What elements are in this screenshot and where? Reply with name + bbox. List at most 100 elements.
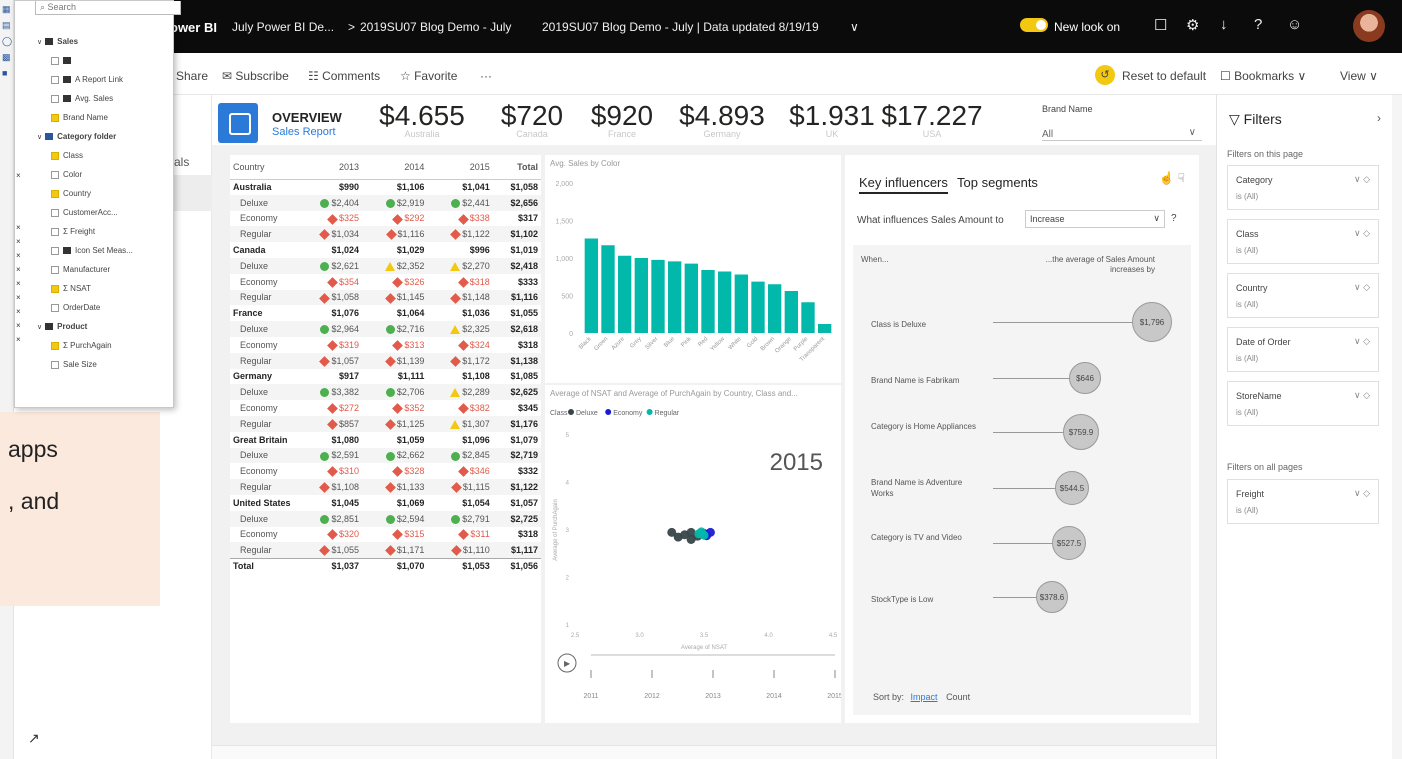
field-checkbox[interactable]: [51, 208, 59, 217]
matrix-row[interactable]: Economy $310 $328 $346 $332: [230, 463, 541, 480]
bar[interactable]: [618, 255, 632, 333]
kpi-card[interactable]: $4.893 Germany: [667, 100, 777, 139]
brand-name-slicer[interactable]: All ∨: [1042, 123, 1202, 141]
influencer-bubble[interactable]: $1,796: [1132, 302, 1172, 342]
field-checkbox[interactable]: [51, 360, 59, 369]
sort-by-count[interactable]: Count: [946, 692, 970, 702]
breadcrumb-report[interactable]: 2019SU07 Blog Demo - July: [360, 20, 511, 34]
matrix-row[interactable]: Regular $857 $1,125 $1,307 $1,176: [230, 415, 541, 432]
field-list-item[interactable]: ∨ Sales: [37, 37, 78, 46]
bar[interactable]: [784, 291, 798, 333]
influencer-row[interactable]: Category is TV and Video $527.5: [853, 526, 1191, 578]
remove-field-icon[interactable]: ×: [16, 223, 21, 232]
collapse-filters-icon[interactable]: ›: [1377, 111, 1381, 125]
report-title[interactable]: 2019SU07 Blog Demo - July | Data updated…: [542, 20, 819, 34]
scrollbar[interactable]: [1392, 95, 1402, 759]
breadcrumb-workspace[interactable]: July Power BI De...: [232, 20, 334, 34]
scatter-point[interactable]: [699, 530, 709, 540]
nsat-purchagain-scatter-chart[interactable]: Average of NSAT and Average of PurchAgai…: [545, 385, 843, 723]
key-influencers-visual[interactable]: Key influencers Top segments ☝ ☟ What in…: [845, 155, 1199, 723]
filter-card[interactable]: Country is (All) ∨ ◇: [1227, 273, 1379, 318]
chevron-down-icon[interactable]: ∨: [1189, 127, 1196, 138]
subscribe-button[interactable]: ✉ Subscribe: [222, 69, 289, 83]
matrix-row[interactable]: Economy $319 $313 $324 $318: [230, 336, 541, 353]
influencer-row[interactable]: Category is Home Appliances $759.9: [853, 414, 1191, 467]
remove-field-icon[interactable]: ×: [16, 265, 21, 274]
influencer-bubble[interactable]: $646: [1069, 362, 1101, 394]
bar[interactable]: [801, 302, 815, 333]
influencer-bubble[interactable]: $527.5: [1052, 526, 1086, 560]
legend-label[interactable]: Regular: [655, 410, 680, 417]
chevron-down-icon[interactable]: ∨: [37, 39, 42, 46]
matrix-row[interactable]: Deluxe $2,964 $2,716 $2,325 $2,618: [230, 321, 541, 337]
sales-matrix-visual[interactable]: Country 2013 2014 2015 Total Australia $990 $1…: [230, 155, 541, 723]
scatter-point[interactable]: [686, 527, 696, 537]
remove-field-icon[interactable]: ×: [16, 321, 21, 330]
remove-field-icon[interactable]: ×: [16, 293, 21, 302]
bar[interactable]: [668, 261, 682, 333]
filter-expand-icon[interactable]: ∨ ◇: [1354, 390, 1370, 401]
influencer-bubble[interactable]: $544.5: [1055, 471, 1089, 505]
field-checkbox[interactable]: [51, 246, 59, 255]
bar[interactable]: [734, 274, 748, 334]
influencer-row[interactable]: Brand Name is Fabrikam $646: [853, 362, 1191, 413]
matrix-row[interactable]: Regular $1,108 $1,133 $1,115 $1,122: [230, 479, 541, 495]
matrix-row[interactable]: United States $1,045 $1,069 $1,054 $1,057: [230, 495, 541, 511]
filter-expand-icon[interactable]: ∨ ◇: [1354, 174, 1370, 185]
kpi-card[interactable]: $1.931 UK: [777, 100, 887, 139]
avatar[interactable]: [1353, 10, 1385, 42]
gear-icon[interactable]: ⚙: [1186, 16, 1199, 34]
field-list-item[interactable]: Sale Size: [51, 360, 97, 369]
nav-table-icon[interactable]: ▦: [2, 4, 11, 15]
bar[interactable]: [768, 284, 782, 333]
bar[interactable]: [718, 271, 732, 334]
field-list-item[interactable]: [51, 56, 75, 65]
matrix-row[interactable]: Economy $325 $292 $338 $317: [230, 210, 541, 227]
field-list-item[interactable]: Country: [51, 189, 91, 198]
influencer-row[interactable]: Class is Deluxe $1,796: [853, 302, 1191, 357]
more-options-button[interactable]: ···: [480, 69, 492, 83]
share-button[interactable]: Share: [176, 69, 208, 83]
bar[interactable]: [751, 281, 765, 333]
report-title-chevron-icon[interactable]: ∨: [850, 20, 859, 34]
matrix-column-header[interactable]: 2013: [298, 155, 362, 180]
field-list-item[interactable]: Color: [51, 170, 82, 179]
matrix-row[interactable]: Regular $1,034 $1,116 $1,122 $1,102: [230, 226, 541, 243]
kpi-card[interactable]: $4.655 Australia: [367, 100, 477, 139]
reset-icon[interactable]: ↺: [1095, 65, 1115, 85]
field-checkbox[interactable]: [51, 170, 59, 179]
matrix-row[interactable]: Economy $320 $315 $311 $318: [230, 526, 541, 543]
sort-by-impact[interactable]: Impact: [911, 692, 938, 702]
legend-label[interactable]: Deluxe: [576, 410, 598, 417]
matrix-row[interactable]: Deluxe $2,621 $2,352 $2,270 $2,418: [230, 257, 541, 274]
matrix-row[interactable]: Germany $917 $1,111 $1,108 $1,085: [230, 369, 541, 385]
smiley-icon[interactable]: ☺: [1287, 16, 1302, 33]
page-tab-label[interactable]: als: [174, 155, 189, 169]
influencer-bubble[interactable]: $759.9: [1063, 414, 1099, 450]
bar[interactable]: [634, 258, 648, 333]
field-list-item[interactable]: Σ Freight: [51, 227, 95, 236]
timeline-year-label[interactable]: 2011: [583, 693, 598, 700]
bar[interactable]: [584, 238, 598, 334]
matrix-row[interactable]: Total $1,037 $1,070 $1,053 $1,056: [230, 557, 541, 574]
field-list-item[interactable]: Σ NSAT: [51, 284, 91, 293]
remove-field-icon[interactable]: ×: [16, 307, 21, 316]
bookmarks-button[interactable]: ☐ Bookmarks ∨: [1220, 69, 1306, 83]
chevron-down-icon[interactable]: ∨: [37, 134, 42, 141]
matrix-row[interactable]: Canada $1,024 $1,029 $996 $1,019: [230, 242, 541, 258]
comments-button[interactable]: ☷ Comments: [308, 69, 380, 83]
timeline-year-label[interactable]: 2012: [644, 693, 660, 700]
field-list-item[interactable]: ∨ Category folder: [37, 132, 116, 141]
chevron-down-icon[interactable]: ∨: [1153, 213, 1160, 224]
matrix-column-header[interactable]: 2014: [361, 155, 428, 180]
filter-card[interactable]: Class is (All) ∨ ◇: [1227, 219, 1379, 264]
filter-expand-icon[interactable]: ∨ ◇: [1354, 228, 1370, 239]
matrix-column-header[interactable]: 2015: [427, 155, 493, 180]
field-checkbox[interactable]: [51, 265, 59, 274]
favorite-button[interactable]: ☆ Favorite: [400, 69, 457, 83]
remove-field-icon[interactable]: ×: [16, 237, 21, 246]
nav-doc-icon[interactable]: ▩: [2, 52, 11, 63]
filter-card[interactable]: Freight is (All) ∨ ◇: [1227, 479, 1379, 524]
field-checkbox[interactable]: [51, 227, 59, 236]
field-checkbox[interactable]: [51, 341, 59, 350]
